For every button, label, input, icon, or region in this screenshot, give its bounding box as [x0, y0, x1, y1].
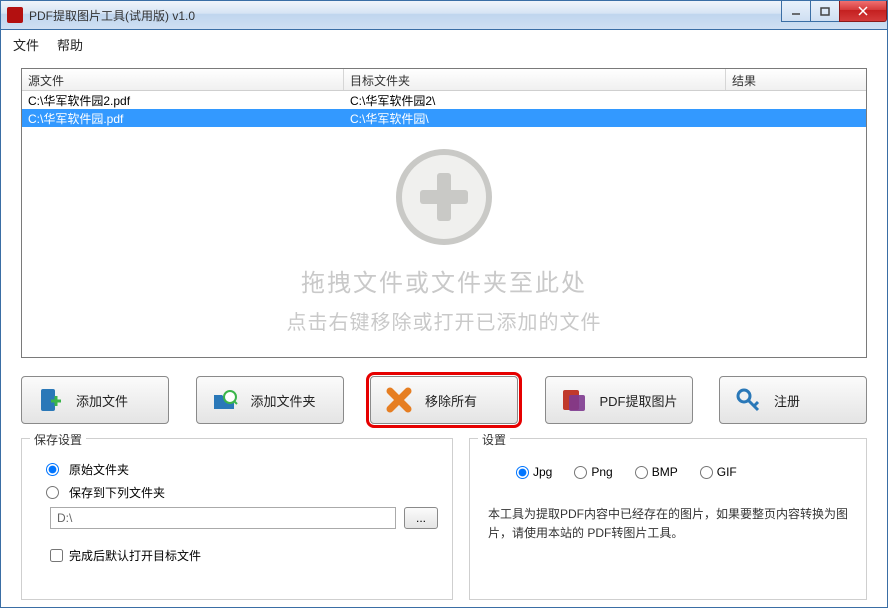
table-body: C:\华军软件园2.pdfC:\华军软件园2\C:\华军软件园.pdfC:\华军… — [22, 91, 866, 127]
add-file-label: 添加文件 — [76, 391, 128, 410]
cell-target: C:\华军软件园2\ — [344, 91, 726, 109]
register-label: 注册 — [774, 391, 800, 410]
titlebar: PDF提取图片工具(试用版) v1.0 — [0, 0, 888, 30]
save-path-input[interactable] — [50, 507, 396, 529]
pdf-extract-icon — [560, 386, 588, 414]
browse-button[interactable]: ... — [404, 507, 438, 529]
settings-group: 设置 Jpg Png BMP GIF 本工具为提取PDF内容中已经存在的图片，如… — [469, 438, 867, 600]
th-source[interactable]: 源文件 — [22, 69, 344, 90]
maximize-button[interactable] — [810, 1, 840, 22]
radio-jpg[interactable] — [516, 466, 529, 479]
radio-custom-folder[interactable] — [46, 486, 59, 499]
window-title: PDF提取图片工具(试用版) v1.0 — [29, 7, 195, 24]
register-button[interactable]: 注册 — [719, 376, 867, 424]
radio-png[interactable] — [574, 466, 587, 479]
close-button[interactable] — [839, 1, 887, 22]
client-area: 文件 帮助 源文件 目标文件夹 结果 C:\华军软件园2.pdfC:\华军软件园… — [0, 30, 888, 608]
remove-all-button[interactable]: 移除所有 — [370, 376, 518, 424]
save-settings-legend: 保存设置 — [30, 431, 86, 448]
add-folder-label: 添加文件夹 — [251, 391, 316, 410]
radio-original-folder[interactable] — [46, 463, 59, 476]
settings-panels: 保存设置 原始文件夹 保存到下列文件夹 ... 完成后默认打开目标文件 设置 J… — [21, 438, 867, 600]
save-settings-group: 保存设置 原始文件夹 保存到下列文件夹 ... 完成后默认打开目标文件 — [21, 438, 453, 600]
app-icon — [7, 7, 23, 23]
remove-icon — [385, 386, 413, 414]
radio-gif[interactable] — [700, 466, 713, 479]
open-after-label: 完成后默认打开目标文件 — [69, 547, 201, 564]
radio-original-label: 原始文件夹 — [69, 461, 129, 478]
toolbar: 添加文件 添加文件夹 移除所有 PDF提取图片 注册 — [21, 376, 867, 424]
extract-label: PDF提取图片 — [600, 391, 678, 410]
drop-hint: 拖拽文件或文件夹至此处 点击右键移除或打开已添加的文件 — [22, 149, 866, 335]
add-file-icon — [36, 386, 64, 414]
menu-help[interactable]: 帮助 — [57, 35, 83, 54]
radio-jpg-label: Jpg — [533, 465, 552, 479]
open-after-checkbox[interactable] — [50, 549, 63, 562]
radio-bmp[interactable] — [635, 466, 648, 479]
radio-custom-label: 保存到下列文件夹 — [69, 484, 165, 501]
radio-bmp-label: BMP — [652, 465, 678, 479]
table-row[interactable]: C:\华军软件园.pdfC:\华军软件园\ — [22, 109, 866, 127]
table-row[interactable]: C:\华军软件园2.pdfC:\华军软件园2\ — [22, 91, 866, 109]
plus-icon — [396, 149, 492, 245]
drop-hint-line2: 点击右键移除或打开已添加的文件 — [22, 306, 866, 335]
settings-description: 本工具为提取PDF内容中已经存在的图片，如果要整页内容转换为图片，请使用本站的 … — [488, 505, 848, 543]
minimize-button[interactable] — [781, 1, 811, 22]
cell-target: C:\华军软件园\ — [344, 109, 726, 127]
menu-file[interactable]: 文件 — [13, 35, 39, 54]
extract-button[interactable]: PDF提取图片 — [545, 376, 693, 424]
drop-hint-line1: 拖拽文件或文件夹至此处 — [22, 263, 866, 298]
table-header: 源文件 目标文件夹 结果 — [22, 69, 866, 91]
menubar: 文件 帮助 — [1, 30, 887, 58]
cell-result — [726, 109, 866, 127]
file-table[interactable]: 源文件 目标文件夹 结果 C:\华军软件园2.pdfC:\华军软件园2\C:\华… — [21, 68, 867, 358]
add-folder-button[interactable]: 添加文件夹 — [196, 376, 344, 424]
add-folder-icon — [211, 386, 239, 414]
remove-all-label: 移除所有 — [425, 391, 477, 410]
cell-source: C:\华军软件园2.pdf — [22, 91, 344, 109]
add-file-button[interactable]: 添加文件 — [21, 376, 169, 424]
settings-legend: 设置 — [478, 431, 510, 448]
window-controls — [782, 1, 887, 22]
th-target[interactable]: 目标文件夹 — [344, 69, 726, 90]
cell-source: C:\华军软件园.pdf — [22, 109, 344, 127]
th-result[interactable]: 结果 — [726, 69, 866, 90]
cell-result — [726, 91, 866, 109]
radio-png-label: Png — [591, 465, 612, 479]
radio-gif-label: GIF — [717, 465, 737, 479]
key-icon — [734, 386, 762, 414]
